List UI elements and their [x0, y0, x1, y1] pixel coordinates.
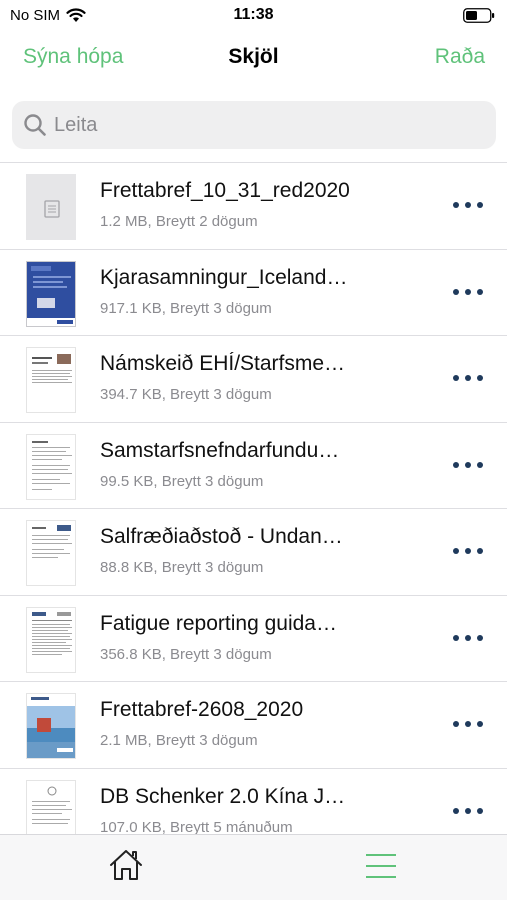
list-item[interactable]: Samstarfsnefndarfundu… 99.5 KB, Breytt 3…: [0, 423, 507, 509]
file-name: DB Schenker 2.0 Kína J…: [100, 784, 346, 808]
blue-cover-thumbnail: [26, 260, 76, 327]
file-meta: 394.7 KB, Breytt 3 dögum: [100, 386, 272, 403]
document-thumbnail: [26, 779, 76, 834]
document-thumbnail: [26, 520, 76, 586]
file-name: Námskeið EHÍ/Starfsme…: [100, 352, 346, 375]
list-item[interactable]: Frettabref_10_31_red2020 1.2 MB, Breytt …: [0, 163, 507, 250]
list-item[interactable]: DB Schenker 2.0 Kína J… 107.0 KB, Breytt…: [0, 769, 507, 835]
list-item[interactable]: Fatigue reporting guida… 356.8 KB, Breyt…: [0, 596, 507, 682]
file-name: Frettabref_10_31_red2020: [100, 179, 350, 202]
generic-document-icon: [26, 174, 76, 240]
show-groups-button[interactable]: Sýna hópa: [23, 45, 123, 69]
more-options-button[interactable]: [453, 284, 483, 300]
document-list: Frettabref_10_31_red2020 1.2 MB, Breytt …: [0, 162, 507, 834]
file-name: Kjarasamningur_Iceland…: [100, 265, 348, 289]
list-item[interactable]: Námskeið EHÍ/Starfsme… 394.7 KB, Breytt …: [0, 336, 507, 423]
battery-icon: [463, 8, 495, 23]
file-name: Salfræðiaðstoð - Undan…: [100, 525, 343, 548]
file-meta: 356.8 KB, Breytt 3 dögum: [100, 645, 272, 663]
sort-button[interactable]: Raða: [435, 45, 485, 69]
file-meta: 99.5 KB, Breytt 3 dögum: [100, 472, 264, 490]
file-name: Fatigue reporting guida…: [100, 611, 337, 635]
more-options-button[interactable]: [453, 370, 483, 386]
list-item[interactable]: Frettabref-2608_2020 2.1 MB, Breytt 3 dö…: [0, 682, 507, 769]
list-item[interactable]: Kjarasamningur_Iceland… 917.1 KB, Breytt…: [0, 250, 507, 336]
file-meta: 917.1 KB, Breytt 3 dögum: [100, 299, 272, 317]
list-icon[interactable]: [364, 851, 398, 881]
more-options-button[interactable]: [453, 543, 483, 559]
more-options-button[interactable]: [453, 457, 483, 473]
more-options-button[interactable]: [453, 630, 483, 646]
search-input[interactable]: [54, 113, 474, 137]
document-thumbnail: [26, 433, 76, 500]
more-options-button[interactable]: [453, 716, 483, 732]
list-item[interactable]: Salfræðiaðstoð - Undan… 88.8 KB, Breytt …: [0, 509, 507, 596]
more-options-button[interactable]: [453, 197, 483, 213]
file-meta: 2.1 MB, Breytt 3 dögum: [100, 732, 258, 749]
photo-thumbnail: [26, 693, 76, 759]
file-name: Samstarfsnefndarfundu…: [100, 438, 340, 462]
search-icon: [24, 114, 46, 136]
file-meta: 107.0 KB, Breytt 5 mánuðum: [100, 818, 293, 835]
status-bar: No SIM 11:38: [0, 0, 507, 32]
document-thumbnail: [26, 347, 76, 413]
tab-bar: [0, 834, 507, 900]
file-meta: 88.8 KB, Breytt 3 dögum: [100, 559, 264, 576]
status-time: 11:38: [233, 6, 274, 23]
file-meta: 1.2 MB, Breytt 2 dögum: [100, 213, 258, 230]
navigation-bar: Sýna hópa Skjöl Raða: [0, 32, 507, 86]
search-bar[interactable]: [12, 101, 496, 149]
home-icon[interactable]: [108, 847, 144, 883]
file-name: Frettabref-2608_2020: [100, 698, 304, 721]
document-thumbnail: [26, 606, 76, 673]
more-options-button[interactable]: [453, 803, 483, 819]
